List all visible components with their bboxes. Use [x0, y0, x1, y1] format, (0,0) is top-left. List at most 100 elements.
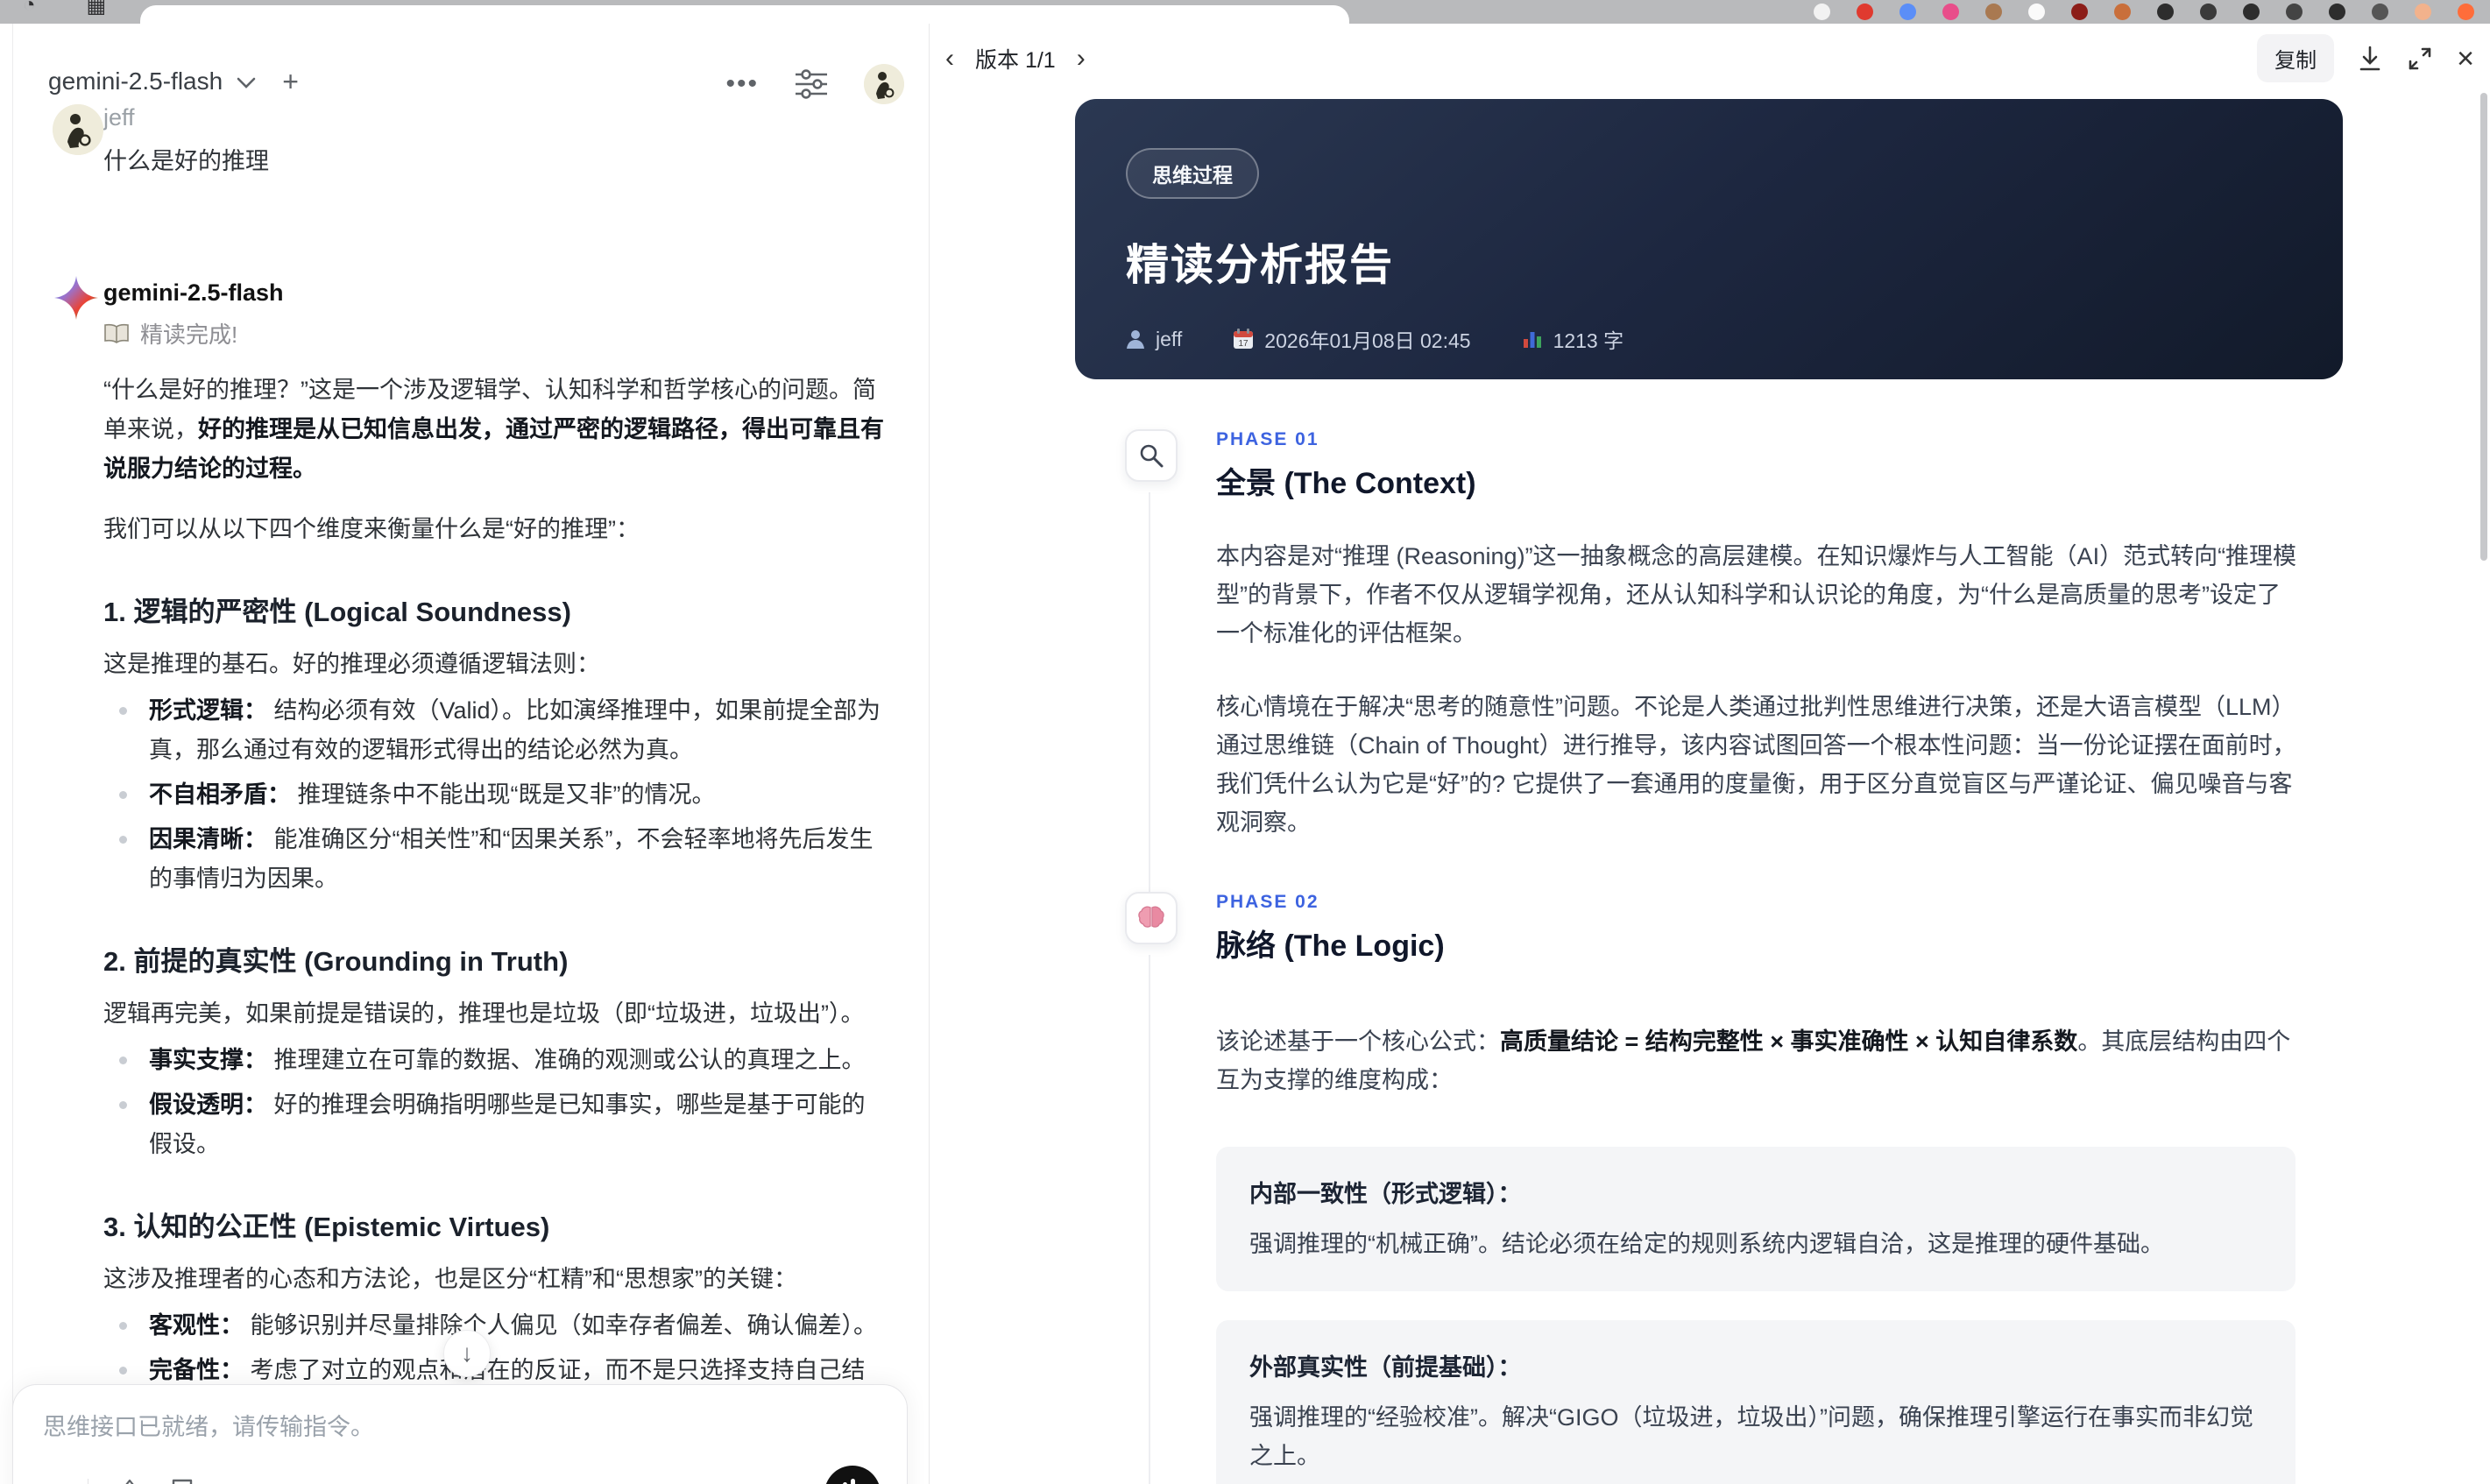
phase-title: 脉络 (The Logic): [1216, 929, 1445, 963]
app-window: gemini-2.5-flash + ••• jeff 什么是好的推理 gemi…: [0, 24, 2490, 1484]
user-message: jeff 什么是好的推理: [53, 104, 878, 176]
phase-label: PHASE 02: [1216, 892, 1319, 912]
extension-icon[interactable]: [1899, 4, 1916, 20]
phase-title: 全景 (The Context): [1216, 467, 1476, 500]
voice-input-button[interactable]: [824, 1466, 881, 1484]
sparkle-tools-icon[interactable]: [115, 1478, 145, 1484]
version-navigator: ‹ 版本 1/1 ›: [945, 43, 1086, 74]
extension-icon[interactable]: [2458, 4, 2474, 20]
browser-nav-icons: ◔ ▦: [23, 0, 106, 18]
extension-icon[interactable]: [2329, 4, 2345, 20]
chevron-down-icon[interactable]: [237, 77, 256, 89]
calendar-icon: 17: [1234, 329, 1254, 349]
close-icon[interactable]: ×: [2457, 44, 2474, 74]
list-item: 不自相矛盾： 推理链条中不能出现“既是又非”的情况。: [103, 775, 885, 815]
attach-plus-button[interactable]: +: [43, 1477, 61, 1484]
model-title[interactable]: gemini-2.5-flash: [48, 67, 223, 95]
section-lead: 这涉及推理者的心态和方法论，也是区分“杠精”和“思想家”的关键：: [103, 1266, 797, 1292]
extension-icon[interactable]: [1942, 4, 1959, 20]
phase-lead: 该论述基于一个核心公式：高质量结论 = 结构完整性 × 事实准确性 × 认知自律…: [1216, 1028, 2291, 1093]
grid-icon[interactable]: ▦: [87, 0, 107, 18]
settings-sliders-icon[interactable]: [794, 68, 829, 100]
report-meta: jeff 17 2026年01月08日 02:45 1213 字: [1126, 324, 2292, 354]
dimension-card: 内部一致性（形式逻辑）： 强调推理的“机械正确”。结论必须在给定的规则系统内逻辑…: [1216, 1147, 2295, 1291]
account-avatar[interactable]: [864, 64, 904, 104]
extension-icon[interactable]: [2286, 4, 2303, 20]
svg-text:17: 17: [1239, 339, 1249, 349]
brain-icon: [1125, 892, 1178, 944]
list-item: 事实支撑： 推理建立在可靠的数据、准确的观测或公认的真理之上。: [103, 1041, 885, 1080]
extension-icon[interactable]: [2243, 4, 2260, 20]
user-name: jeff: [103, 104, 135, 131]
phase-paragraph: 核心情境在于解决“思考的随意性”问题。不论是人类通过批判性思维进行决策，还是大语…: [1216, 694, 2296, 836]
assistant-intro: “什么是好的推理？”这是一个涉及逻辑学、认知科学和哲学核心的问题。简单来说，好的…: [103, 377, 884, 482]
bullet-list: 形式逻辑： 结构必须有效（Valid）。比如演绎推理中，如果前提全部为真，那么通…: [103, 691, 885, 899]
phase-paragraph: 本内容是对“推理 (Reasoning)”这一抽象概念的高层建模。在知识爆炸与人…: [1216, 543, 2297, 647]
extension-icon[interactable]: [2157, 4, 2174, 20]
hero-badge: 思维过程: [1126, 148, 1259, 199]
card-title: 内部一致性（形式逻辑）：: [1249, 1181, 1522, 1207]
phase-label: PHASE 01: [1216, 429, 1319, 449]
browser-chrome-bar: ◔ ▦: [0, 0, 2490, 24]
more-options-button[interactable]: •••: [725, 71, 759, 97]
phase-section-context: PHASE 01 全景 (The Context) 本内容是对“推理 (Reas…: [1075, 429, 2343, 903]
meta-date: 2026年01月08日 02:45: [1264, 329, 1471, 352]
message-composer[interactable]: 思维接口已就绪，请传输指令。 +: [12, 1384, 908, 1484]
list-item: 假设透明： 好的推理会明确指明哪些是已知事实，哪些是基于可能的假设。: [103, 1085, 885, 1164]
bullet-list: 事实支撑： 推理建立在可靠的数据、准确的观测或公认的真理之上。 假设透明： 好的…: [103, 1041, 885, 1164]
prev-version-button[interactable]: ‹: [945, 46, 954, 72]
user-avatar: [53, 104, 103, 155]
extension-icon[interactable]: [1857, 4, 1873, 20]
list-item: 客观性： 能够识别并尽量排除个人偏见（如幸存者偏差、确认偏差）。: [103, 1306, 885, 1346]
arrow-down-icon: ↓: [461, 1339, 473, 1367]
version-label: 版本 1/1: [975, 48, 1056, 73]
composer-placeholder: 思维接口已就绪，请传输指令。: [43, 1414, 374, 1440]
meta-author: jeff: [1156, 327, 1183, 350]
bookmark-icon[interactable]: [171, 1479, 194, 1484]
assistant-message: gemini-2.5-flash 精读完成! “什么是好的推理？”这是一个涉及逻…: [53, 276, 884, 1484]
magnifier-icon: [1125, 429, 1178, 482]
report-hero-card: 思维过程 精读分析报告 jeff 17 2026年01月08日 02:45 12…: [1075, 99, 2343, 379]
extension-icon[interactable]: [2071, 4, 2088, 20]
browser-url-bar[interactable]: [140, 5, 1349, 24]
phase-section-logic: PHASE 02 脉络 (The Logic) 该论述基于一个核心公式：高质量结…: [1075, 892, 2343, 1484]
copy-button[interactable]: 复制: [2257, 34, 2335, 82]
extension-icon[interactable]: [1985, 4, 2002, 20]
reload-icon[interactable]: ◔: [23, 0, 36, 18]
assistant-status: 精读完成!: [103, 317, 878, 350]
scrollbar-thumb[interactable]: [2480, 93, 2487, 561]
document-toolbar: ‹ 版本 1/1 › 复制 ×: [930, 24, 2490, 88]
card-body: 强调推理的“经验校准”。解决“GIGO（垃圾进，垃圾出）”问题，确保推理引擎运行…: [1249, 1404, 2253, 1469]
author-icon: [1127, 330, 1144, 349]
card-body: 强调推理的“机械正确”。结论必须在给定的规则系统内逻辑自洽，这是推理的硬件基础。: [1249, 1231, 2164, 1257]
section-heading: 3. 认知的公正性 (Epistemic Virtues): [103, 1212, 550, 1242]
next-version-button[interactable]: ›: [1077, 46, 1086, 72]
chat-scroll-area[interactable]: jeff 什么是好的推理 gemini-2.5-flash 精读完成! “什么是…: [0, 104, 929, 1484]
assistant-overview: 我们可以从以下四个维度来衡量什么是“好的推理”：: [103, 516, 640, 542]
scroll-to-bottom-button[interactable]: ↓: [443, 1330, 491, 1377]
new-chat-button[interactable]: +: [282, 67, 299, 95]
list-item: 形式逻辑： 结构必须有效（Valid）。比如演绎推理中，如果前提全部为真，那么通…: [103, 691, 885, 770]
expand-fullscreen-icon[interactable]: [2406, 45, 2434, 73]
document-panel: ‹ 版本 1/1 › 复制 × 思维过程 精读分析报告 jeff 17 2026…: [930, 24, 2490, 1484]
chat-header: gemini-2.5-flash + •••: [0, 24, 929, 104]
browser-extensions-row: [1814, 4, 2474, 20]
section-heading: 2. 前提的真实性 (Grounding in Truth): [103, 946, 569, 977]
download-icon[interactable]: [2357, 45, 2383, 73]
extension-icon[interactable]: [2200, 4, 2217, 20]
section-heading: 1. 逻辑的严密性 (Logical Soundness): [103, 597, 571, 627]
extension-icon[interactable]: [1814, 4, 1830, 20]
section-lead: 逻辑再完美，如果前提是错误的，推理也是垃圾（即“垃圾进，垃圾出”）。: [103, 1000, 865, 1027]
report-title: 精读分析报告: [1126, 242, 1395, 289]
word-count-icon: [1523, 332, 1541, 348]
dimension-card: 外部真实性（前提基础）： 强调推理的“经验校准”。解决“GIGO（垃圾进，垃圾出…: [1216, 1320, 2295, 1484]
document-scroll-area[interactable]: 思维过程 精读分析报告 jeff 17 2026年01月08日 02:45 12…: [930, 88, 2490, 1484]
user-message-text: 什么是好的推理: [103, 148, 269, 174]
extension-icon[interactable]: [2114, 4, 2131, 20]
chat-panel: gemini-2.5-flash + ••• jeff 什么是好的推理 gemi…: [0, 24, 930, 1484]
extension-icon[interactable]: [2415, 4, 2431, 20]
extension-icon[interactable]: [2028, 4, 2045, 20]
extension-icon[interactable]: [2372, 4, 2388, 20]
list-item: 因果清晰： 能准确区分“相关性”和“因果关系”，不会轻率地将先后发生的事情归为因…: [103, 820, 885, 899]
gemini-logo-icon: [54, 276, 98, 320]
